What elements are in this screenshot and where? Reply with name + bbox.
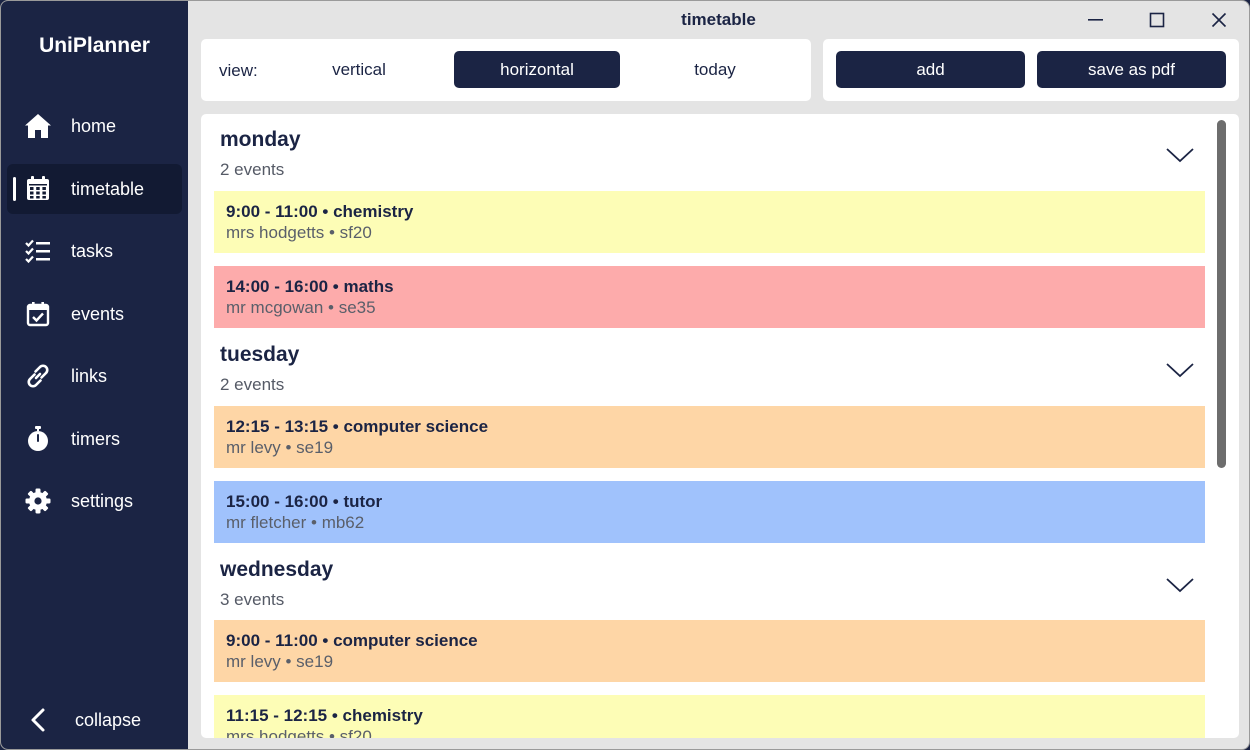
close-icon[interactable]	[1206, 7, 1232, 33]
collapse-button[interactable]: collapse	[7, 695, 182, 745]
chevron-down-icon	[1166, 363, 1194, 378]
title-bar: timetable	[188, 1, 1249, 37]
sidebar-item-timers[interactable]: timers	[7, 414, 182, 464]
sidebar-item-label: timetable	[71, 178, 145, 199]
sidebar-item-label: home	[71, 115, 117, 136]
home-icon	[25, 114, 51, 138]
gear-icon	[25, 488, 51, 514]
day-event-count: 3 events	[220, 590, 285, 609]
sidebar-item-events[interactable]: events	[7, 289, 182, 339]
sidebar: UniPlanner home timetable tasks events l…	[1, 1, 188, 749]
view-horizontal-button[interactable]: horizontal	[454, 51, 620, 88]
app-window: UniPlanner home timetable tasks events l…	[0, 0, 1250, 750]
calendar-check-icon	[26, 302, 50, 327]
maximize-icon[interactable]	[1144, 7, 1170, 33]
event-time-subject: 14:00 - 16:00 • maths	[226, 277, 394, 296]
sidebar-item-label: tasks	[71, 240, 114, 261]
sidebar-item-label: settings	[71, 490, 134, 511]
event-card[interactable]: 9:00 - 11:00 • chemistry mrs hodgetts • …	[214, 191, 1205, 253]
sidebar-item-label: timers	[71, 428, 120, 449]
link-icon	[27, 364, 49, 388]
actions-panel: add save as pdf	[823, 39, 1239, 101]
event-card[interactable]: 15:00 - 16:00 • tutor mr fletcher • mb62	[214, 481, 1205, 543]
day-name: wednesday	[220, 558, 334, 581]
sidebar-item-links[interactable]: links	[7, 351, 182, 401]
event-time-subject: 15:00 - 16:00 • tutor	[226, 492, 383, 511]
timetable-list: monday 2 events 9:00 - 11:00 • chemistry…	[201, 114, 1239, 738]
event-card[interactable]: 12:15 - 13:15 • computer science mr levy…	[214, 406, 1205, 468]
scrollbar-thumb[interactable]	[1217, 120, 1226, 468]
sidebar-item-home[interactable]: home	[7, 101, 182, 151]
collapse-label: collapse	[75, 709, 142, 730]
minimize-icon[interactable]	[1082, 7, 1108, 33]
event-teacher-room: mr levy • se19	[226, 438, 334, 457]
event-time-subject: 9:00 - 11:00 • chemistry	[226, 202, 414, 221]
day-event-count: 2 events	[220, 375, 285, 394]
day-name: monday	[220, 128, 301, 151]
day-name: tuesday	[220, 343, 300, 366]
sidebar-item-settings[interactable]: settings	[7, 476, 182, 526]
view-vertical-button[interactable]: vertical	[276, 51, 442, 88]
view-today-button[interactable]: today	[632, 51, 798, 88]
chevron-down-icon	[1166, 148, 1194, 163]
chevron-left-icon	[31, 708, 45, 732]
event-time-subject: 11:15 - 12:15 • chemistry	[226, 706, 423, 725]
event-time-subject: 12:15 - 13:15 • computer science	[226, 417, 489, 436]
event-card[interactable]: 14:00 - 16:00 • maths mr mcgowan • se35	[214, 266, 1205, 328]
event-teacher-room: mr mcgowan • se35	[226, 298, 376, 317]
save-as-pdf-button[interactable]: save as pdf	[1037, 51, 1226, 88]
event-time-subject: 9:00 - 11:00 • computer science	[226, 631, 478, 650]
day-header-wednesday[interactable]: wednesday 3 events	[220, 558, 1210, 618]
view-panel: view: vertical horizontal today	[201, 39, 811, 101]
event-teacher-room: mrs hodgetts • sf20	[226, 727, 372, 738]
sidebar-item-label: links	[71, 365, 108, 386]
sidebar-item-label: events	[71, 303, 125, 324]
sidebar-item-timetable[interactable]: timetable	[7, 164, 182, 214]
day-header-monday[interactable]: monday 2 events	[220, 128, 1210, 188]
event-teacher-room: mr levy • se19	[226, 652, 334, 671]
sidebar-item-tasks[interactable]: tasks	[7, 226, 182, 276]
event-card[interactable]: 9:00 - 11:00 • computer science mr levy …	[214, 620, 1205, 682]
calendar-icon	[27, 176, 49, 200]
chevron-down-icon	[1166, 578, 1194, 593]
stopwatch-icon	[28, 426, 48, 451]
active-indicator	[13, 177, 16, 201]
checklist-icon	[25, 239, 50, 264]
day-event-count: 2 events	[220, 160, 285, 179]
add-button[interactable]: add	[836, 51, 1025, 88]
event-teacher-room: mrs hodgetts • sf20	[226, 223, 372, 242]
event-teacher-room: mr fletcher • mb62	[226, 513, 365, 532]
day-header-tuesday[interactable]: tuesday 2 events	[220, 343, 1210, 403]
event-card[interactable]: 11:15 - 12:15 • chemistry mrs hodgetts •…	[214, 695, 1205, 738]
app-brand: UniPlanner	[39, 34, 150, 57]
view-label: view:	[219, 61, 258, 80]
